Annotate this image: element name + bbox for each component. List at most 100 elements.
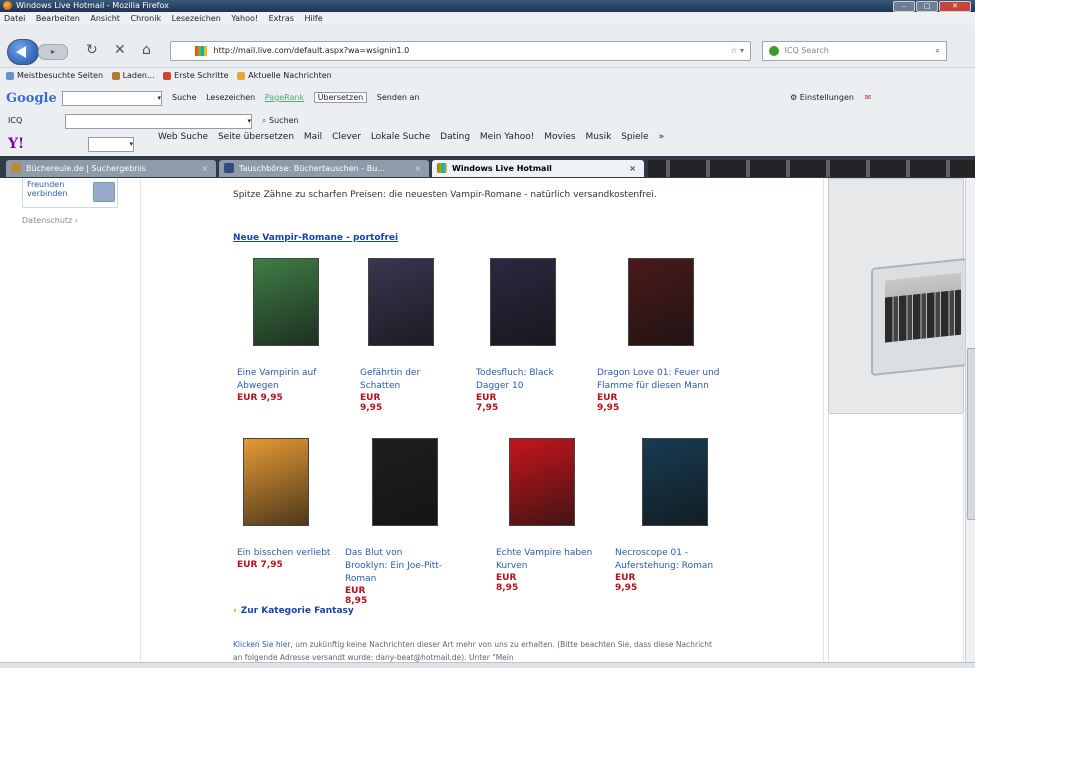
menu-chronik[interactable]: Chronik <box>130 14 161 23</box>
icq-label[interactable]: ICQ <box>8 111 22 131</box>
tab-buechereule[interactable]: Büchereule.de | Suchergebnis × <box>6 160 216 177</box>
fantasy-category-link[interactable]: › Zur Kategorie Fantasy <box>233 606 354 616</box>
bookmark-erste-schritte[interactable]: Erste Schritte <box>163 71 229 80</box>
book-title-link[interactable]: Dragon Love 01: Feuer und Flamme für die… <box>597 367 727 393</box>
maximize-button[interactable]: □ <box>916 1 938 12</box>
search-placeholder: ICQ Search <box>784 46 829 55</box>
book-title-link[interactable]: Eine Vampirin auf Abwegen <box>237 367 337 393</box>
google-lesezeichen-button[interactable]: Lesezeichen <box>206 93 255 102</box>
book-cover-image[interactable] <box>509 438 575 526</box>
digital-photo-frame-image <box>871 257 965 377</box>
yahoo-movies[interactable]: Movies <box>544 132 575 142</box>
icq-search-field[interactable]: ▾ <box>65 114 252 129</box>
tab-close-icon[interactable]: × <box>414 160 421 177</box>
forward-button[interactable]: ▸ <box>38 44 68 60</box>
status-bar <box>0 662 975 668</box>
icq-toolbar-items: ⌕ Suchen <box>262 111 299 131</box>
url-text: http://mail.live.com/default.aspx?wa=wsi… <box>213 46 410 55</box>
book-title-link[interactable]: Gefährtin der Schatten <box>360 367 460 393</box>
yahoo-musik[interactable]: Musik <box>585 132 611 142</box>
book-cover-image[interactable] <box>642 438 708 526</box>
yahoo-websuche[interactable]: Web Suche <box>158 132 208 142</box>
bookmark-meistbesucht[interactable]: Meistbesuchte Seiten <box>6 71 103 80</box>
privacy-link[interactable]: Datenschutz › <box>22 216 78 225</box>
book-cover-image[interactable] <box>243 438 309 526</box>
search-box[interactable]: ICQ Search ⌕ <box>762 41 947 61</box>
yahoo-clever[interactable]: Clever <box>332 132 361 142</box>
browser-window: Windows Live Hotmail - Mozilla Firefox –… <box>0 0 975 668</box>
tab-hotmail[interactable]: Windows Live Hotmail × <box>432 160 644 177</box>
menu-bearbeiten[interactable]: Bearbeiten <box>36 14 80 23</box>
book-cover-image[interactable] <box>253 258 319 346</box>
close-button[interactable]: ✕ <box>939 1 971 12</box>
book-title-link[interactable]: Todesfluch: Black Dagger 10 <box>476 367 576 393</box>
book-cover-image[interactable] <box>490 258 556 346</box>
title-bar: Windows Live Hotmail - Mozilla Firefox –… <box>0 0 975 12</box>
book-icon <box>224 163 234 173</box>
new-vampire-novels-link[interactable]: Neue Vampir-Romane - portofrei <box>233 233 398 243</box>
book-price: EUR 9,95 <box>597 393 620 413</box>
windows-live-icon <box>437 163 447 173</box>
owl-icon <box>11 163 21 173</box>
yahoo-mail[interactable]: Mail <box>304 132 322 142</box>
bookmark-nachrichten[interactable]: Aktuelle Nachrichten <box>237 71 332 80</box>
book-price: EUR 9,95 <box>615 573 638 593</box>
menu-yahoo[interactable]: Yahoo! <box>231 14 258 23</box>
home-icon[interactable]: ⌂ <box>142 42 151 58</box>
menu-datei[interactable]: Datei <box>4 14 25 23</box>
google-uebersetzen-button[interactable]: Übersetzen <box>313 92 368 103</box>
unsubscribe-link[interactable]: Klicken Sie hier <box>233 640 290 649</box>
tab-tauschboerse[interactable]: Tauschbörse: Büchertauschen - Bu... × <box>219 160 429 177</box>
book-price: EUR 7,95 <box>237 560 283 570</box>
book-price: EUR 9,95 <box>360 393 383 413</box>
stop-icon[interactable]: ✕ <box>114 42 126 58</box>
google-settings-button[interactable]: Einstellungen <box>800 93 854 102</box>
gmail-icon[interactable]: ✉ <box>865 93 872 102</box>
friends-connect-label: Freunden verbinden <box>27 180 68 198</box>
minimize-button[interactable]: – <box>893 1 915 12</box>
yahoo-spiele[interactable]: Spiele <box>621 132 649 142</box>
yahoo-uebersetzen[interactable]: Seite übersetzen <box>218 132 294 142</box>
yahoo-mein-yahoo[interactable]: Mein Yahoo! <box>480 132 534 142</box>
ad-placeholder <box>828 412 964 662</box>
book-cover-image[interactable] <box>628 258 694 346</box>
gear-icon: ⚙ <box>790 93 798 102</box>
scrollbar-thumb[interactable] <box>967 348 975 520</box>
icq-suchen-button[interactable]: Suchen <box>269 116 299 125</box>
book-title-link[interactable]: Necroscope 01 - Auferstehung: Roman <box>615 547 715 573</box>
menu-hilfe[interactable]: Hilfe <box>304 14 322 23</box>
bookmarks-bar: Meistbesuchte Seiten Laden... Erste Schr… <box>0 67 975 84</box>
book-cover-image[interactable] <box>368 258 434 346</box>
unsubscribe-note: Klicken Sie hier, um zukünftig keine Nac… <box>233 638 723 662</box>
unsubscribe-text: , um zukünftig keine Nachrichten dieser … <box>233 640 712 662</box>
yahoo-logo: Y! <box>8 136 25 152</box>
yahoo-more-chevron-icon[interactable]: » <box>659 132 665 142</box>
tab-close-icon[interactable]: × <box>629 160 636 177</box>
icq-search-icon <box>769 45 779 56</box>
yahoo-search-field[interactable]: ▾ <box>88 137 134 152</box>
google-search-field[interactable]: ▾ <box>62 91 162 106</box>
reload-icon[interactable]: ↻ <box>86 42 98 58</box>
book-title-link[interactable]: Ein bisschen verliebt <box>237 547 337 560</box>
book-cover-image[interactable] <box>372 438 438 526</box>
yahoo-lokale-suche[interactable]: Lokale Suche <box>371 132 430 142</box>
search-glass-icon[interactable]: ⌕ <box>936 42 940 60</box>
book-price: EUR 8,95 <box>345 586 368 606</box>
menu-ansicht[interactable]: Ansicht <box>90 14 120 23</box>
photo-frame-ad[interactable] <box>828 178 965 414</box>
google-suche-button[interactable]: Suche <box>172 93 197 102</box>
book-title-link[interactable]: Echte Vampire haben Kurven <box>496 547 596 573</box>
bookmark-star-icon[interactable]: ☆ ▾ <box>730 42 744 60</box>
url-bar[interactable]: http://mail.live.com/default.aspx?wa=wsi… <box>170 41 751 61</box>
back-button[interactable] <box>7 39 39 65</box>
tab-close-icon[interactable]: × <box>201 160 208 177</box>
bookmark-laden[interactable]: Laden... <box>111 71 155 80</box>
book-title-link[interactable]: Das Blut von Brooklyn: Ein Joe-Pitt-Roma… <box>345 547 445 586</box>
menu-lesezeichen[interactable]: Lesezeichen <box>172 14 221 23</box>
yahoo-dating[interactable]: Dating <box>440 132 470 142</box>
google-pagerank-button[interactable]: PageRank <box>265 93 304 102</box>
menu-extras[interactable]: Extras <box>269 14 294 23</box>
friends-connect-box[interactable]: Freunden verbinden <box>22 178 118 208</box>
google-senden-button[interactable]: Senden an <box>377 93 420 102</box>
vertical-scrollbar[interactable] <box>965 178 975 662</box>
